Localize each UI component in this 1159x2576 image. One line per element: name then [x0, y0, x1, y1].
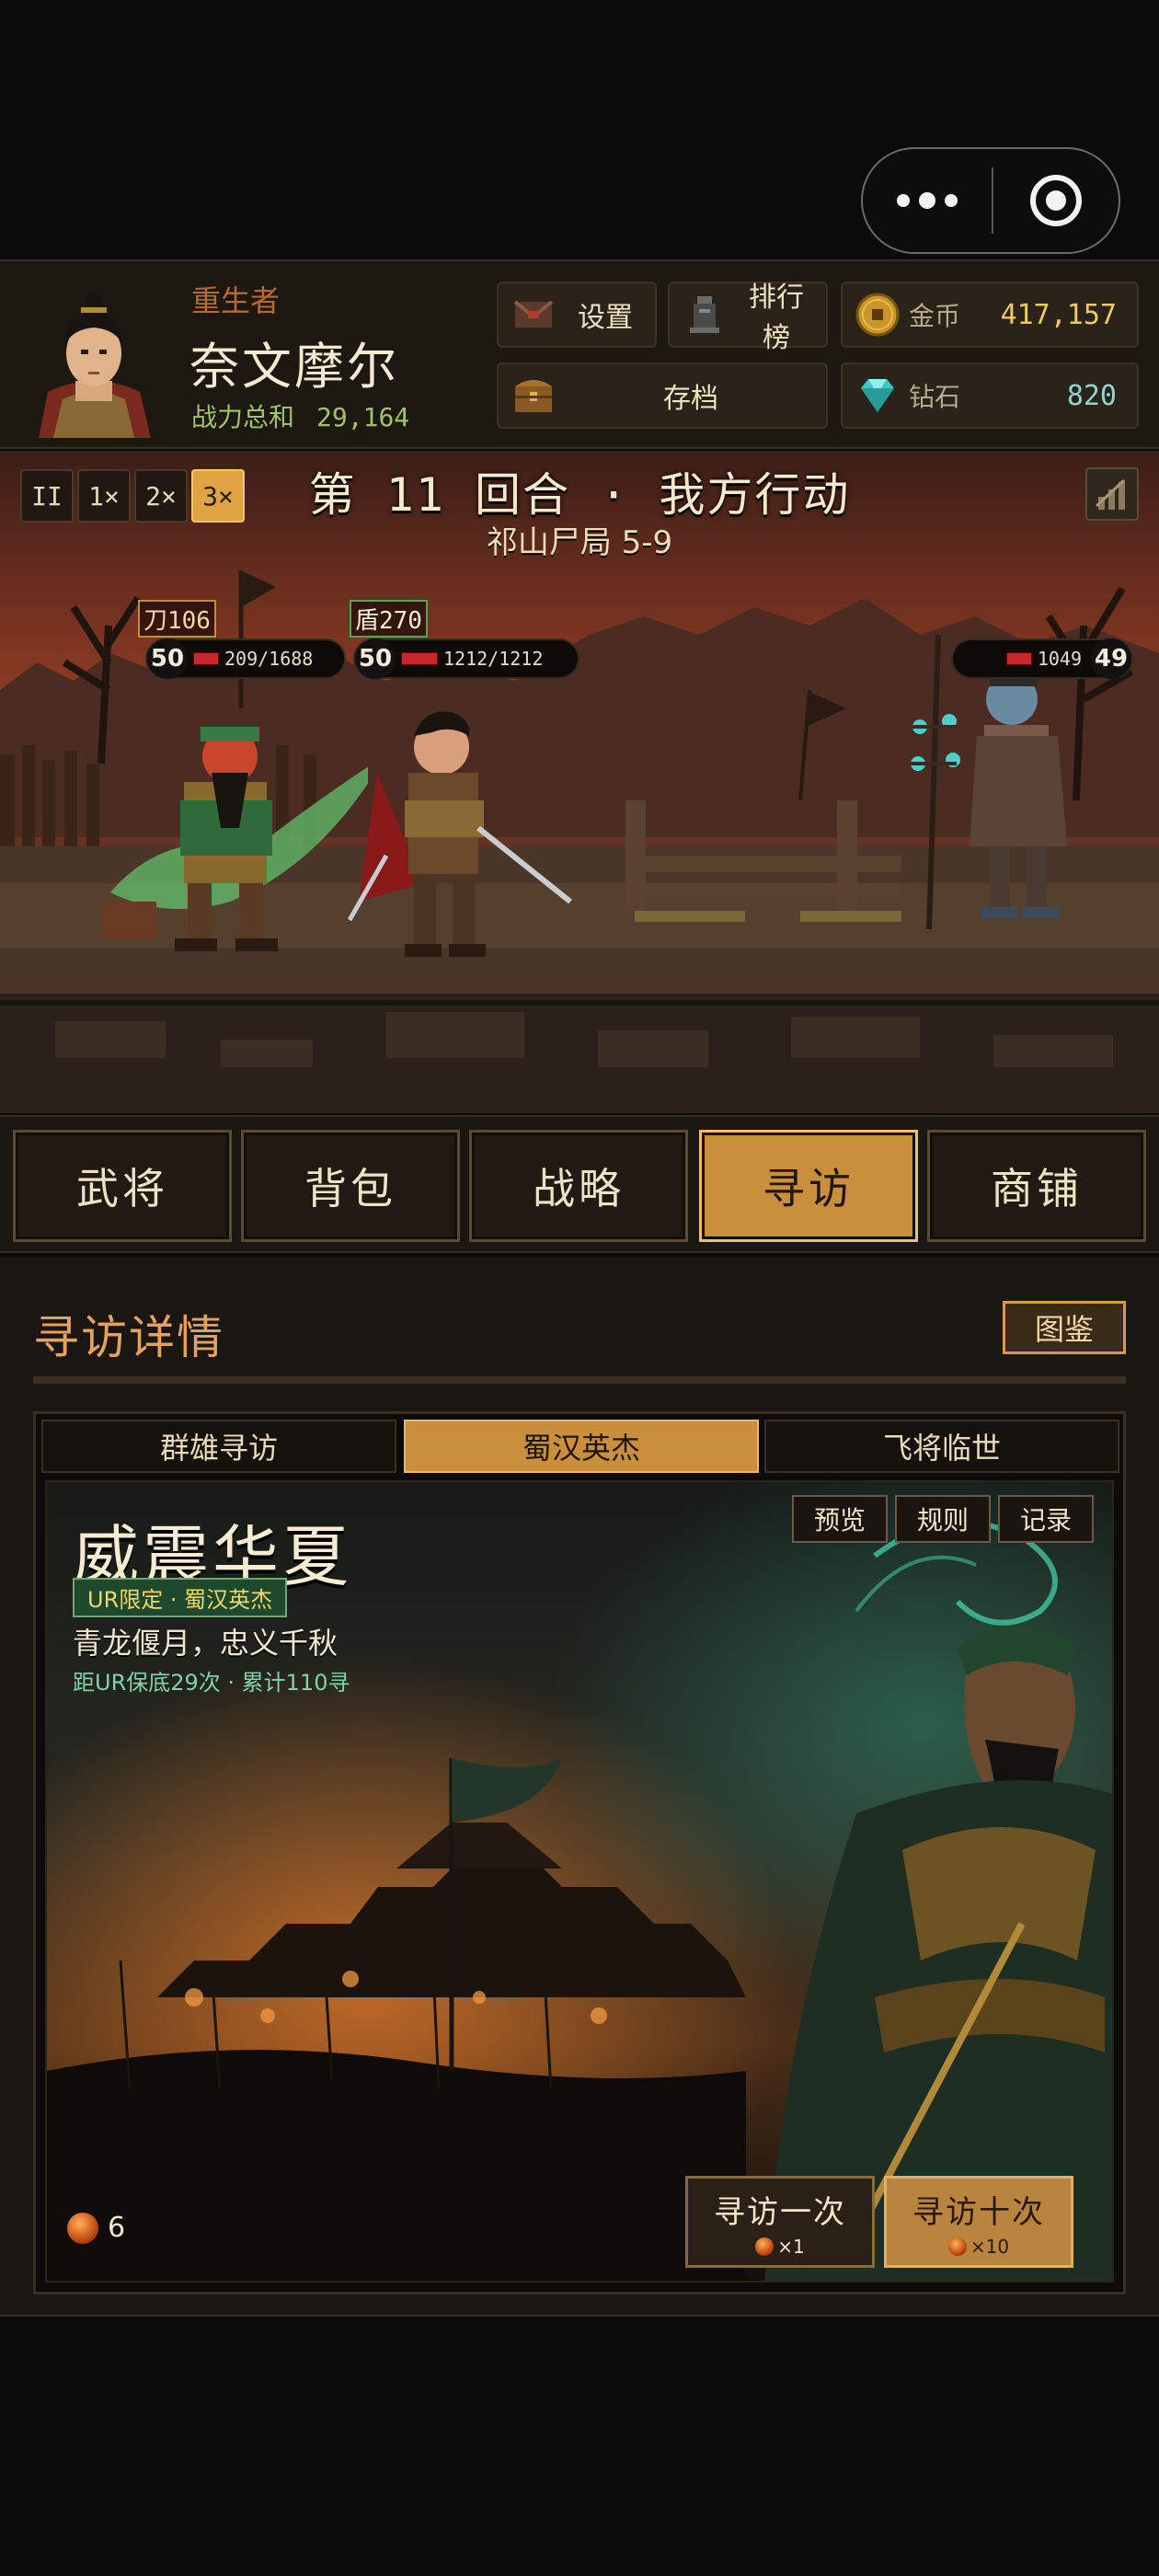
player-tag: 重生者 [191, 283, 281, 318]
ally2-level: 50 [355, 638, 396, 679]
round-title: 第 11 回合 · 我方行动 [308, 468, 851, 522]
save-label: 存档 [663, 383, 718, 415]
tab-recruit[interactable]: 寻访 [699, 1130, 918, 1242]
draw-ten-button[interactable]: 寻访十次 ×10 [884, 2176, 1073, 2268]
records-button[interactable]: 记录 [998, 1495, 1094, 1543]
subtab-shu-heroes[interactable]: 蜀汉英杰 [404, 1420, 759, 1473]
diamond-label: 钻石 [909, 382, 961, 412]
battle-stats-button[interactable] [1085, 467, 1139, 521]
save-button[interactable]: 存档 [497, 362, 828, 429]
settings-label: 设置 [578, 302, 633, 334]
miniprogram-capsule [861, 147, 1120, 254]
ally2-hp-text: 1212/1212 [443, 648, 544, 670]
total-power-value: 29,164 [316, 402, 410, 432]
draw-once-button[interactable]: 寻访一次 ×1 [685, 2176, 875, 2268]
recruit-banner: 威震华夏 UR限定 · 蜀汉英杰 青龙偃月，忠义千秋 距UR保底29次 · 累计… [45, 1480, 1114, 2283]
enemy1-level: 49 [1091, 638, 1131, 679]
tab-strategy[interactable]: 战略 [469, 1130, 688, 1242]
game-screen: 重生者 奈文摩尔 战力总和 29,164 设置 排行榜 存档 金币 417,157 [0, 0, 1159, 2576]
recruit-panel: 寻访详情 图鉴 群雄寻访 蜀汉英杰 飞将临世 威震华夏 UR限定 · 蜀汉英杰 … [0, 1257, 1159, 2317]
banner-badge: UR限定 · 蜀汉英杰 [73, 1578, 288, 1617]
section-divider [33, 1376, 1126, 1384]
draw-once-cost-value: ×1 [777, 2235, 805, 2258]
diamond-value: 820 [1066, 379, 1117, 412]
enemy1-hp-bar: 49 1049 [951, 638, 1133, 679]
ally2-hp: 1212/1212 [396, 648, 552, 670]
tab-bag[interactable]: 背包 [241, 1130, 460, 1242]
chest-icon [510, 374, 557, 417]
tab-shop[interactable]: 商铺 [927, 1130, 1146, 1242]
ally-general-sprite-1[interactable] [92, 690, 368, 966]
banner-subtitle: 青龙偃月，忠义千秋 [73, 1626, 339, 1661]
bar-chart-icon [1095, 478, 1126, 510]
settings-button[interactable]: 设置 [497, 282, 657, 348]
stage-name: 祁山尸局 5-9 [486, 524, 673, 561]
diamond-icon [861, 379, 894, 412]
ally1-level: 50 [147, 638, 188, 679]
recruit-token-icon [947, 2237, 967, 2256]
ally1-tag: 刀106 [138, 600, 216, 638]
ticket-count: 6 [67, 2212, 125, 2244]
gold-value: 417,157 [1000, 298, 1117, 331]
pity-counter: 距UR保底29次 · 累计110寻 [73, 1670, 350, 1696]
total-power: 战力总和 29,164 [191, 397, 409, 434]
ally1-hp-fill [193, 652, 219, 665]
draw-ten-cost: ×10 [947, 2235, 1010, 2258]
ally1-hp-text: 209/1688 [224, 648, 314, 670]
main-nav-tabs: 武将 背包 战略 寻访 商铺 [0, 1115, 1159, 1253]
gold-coin-icon [855, 293, 900, 337]
ranking-icon [681, 293, 729, 336]
gold-label: 金币 [909, 301, 961, 331]
ally2-hp-fill [401, 652, 438, 665]
draw-once-label: 寻访一次 [714, 2193, 846, 2231]
subtab-warlords[interactable]: 群雄寻访 [41, 1420, 396, 1473]
subtab-flying-general[interactable]: 飞将临世 [764, 1420, 1119, 1473]
draw-ten-label: 寻访十次 [912, 2193, 1045, 2231]
player-name: 奈文摩尔 [189, 338, 399, 396]
ally1-hp: 209/1688 [188, 648, 322, 670]
ally2-tag: 盾270 [350, 600, 428, 638]
recruit-token-icon [755, 2237, 775, 2256]
enemy1-hp: 1049 [1001, 648, 1091, 670]
battle-scene: II 1× 2× 3× 第 11 回合 · 我方行动 祁山尸局 5-9 刀106… [0, 451, 1159, 1113]
ranking-button[interactable]: 排行榜 [668, 282, 828, 354]
diamond-display: 钻石 820 [841, 362, 1139, 429]
recruit-token-icon [67, 2212, 98, 2244]
ranking-label: 排行榜 [749, 282, 804, 354]
codex-button[interactable]: 图鉴 [1003, 1301, 1126, 1354]
rules-button[interactable]: 规则 [895, 1495, 991, 1543]
player-avatar[interactable] [20, 282, 167, 438]
section-title: 寻访详情 [33, 1311, 224, 1364]
ally-general-sprite-2[interactable] [340, 681, 580, 975]
draw-once-cost: ×1 [755, 2235, 805, 2258]
enemy1-hp-text: 1049 [1037, 648, 1082, 670]
settings-icon [510, 293, 557, 336]
close-miniprogram-icon[interactable] [993, 175, 1119, 226]
gold-display: 金币 417,157 [841, 282, 1139, 348]
recruit-frame: 群雄寻访 蜀汉英杰 飞将临世 威震华夏 UR限定 · 蜀汉英杰 青龙偃月，忠义千… [33, 1411, 1126, 2294]
more-menu-icon[interactable] [863, 149, 992, 252]
ally1-hp-bar: 50 209/1688 [145, 638, 346, 679]
ticket-count-value: 6 [108, 2212, 126, 2244]
preview-button[interactable]: 预览 [792, 1495, 888, 1543]
enemy1-hp-fill [1005, 652, 1032, 665]
ally2-hp-bar: 50 1212/1212 [353, 638, 580, 679]
draw-ten-cost-value: ×10 [970, 2235, 1010, 2258]
player-header: 重生者 奈文摩尔 战力总和 29,164 设置 排行榜 存档 金币 417,157 [0, 259, 1159, 449]
tab-generals[interactable]: 武将 [13, 1130, 232, 1242]
total-power-label: 战力总和 [191, 402, 295, 432]
